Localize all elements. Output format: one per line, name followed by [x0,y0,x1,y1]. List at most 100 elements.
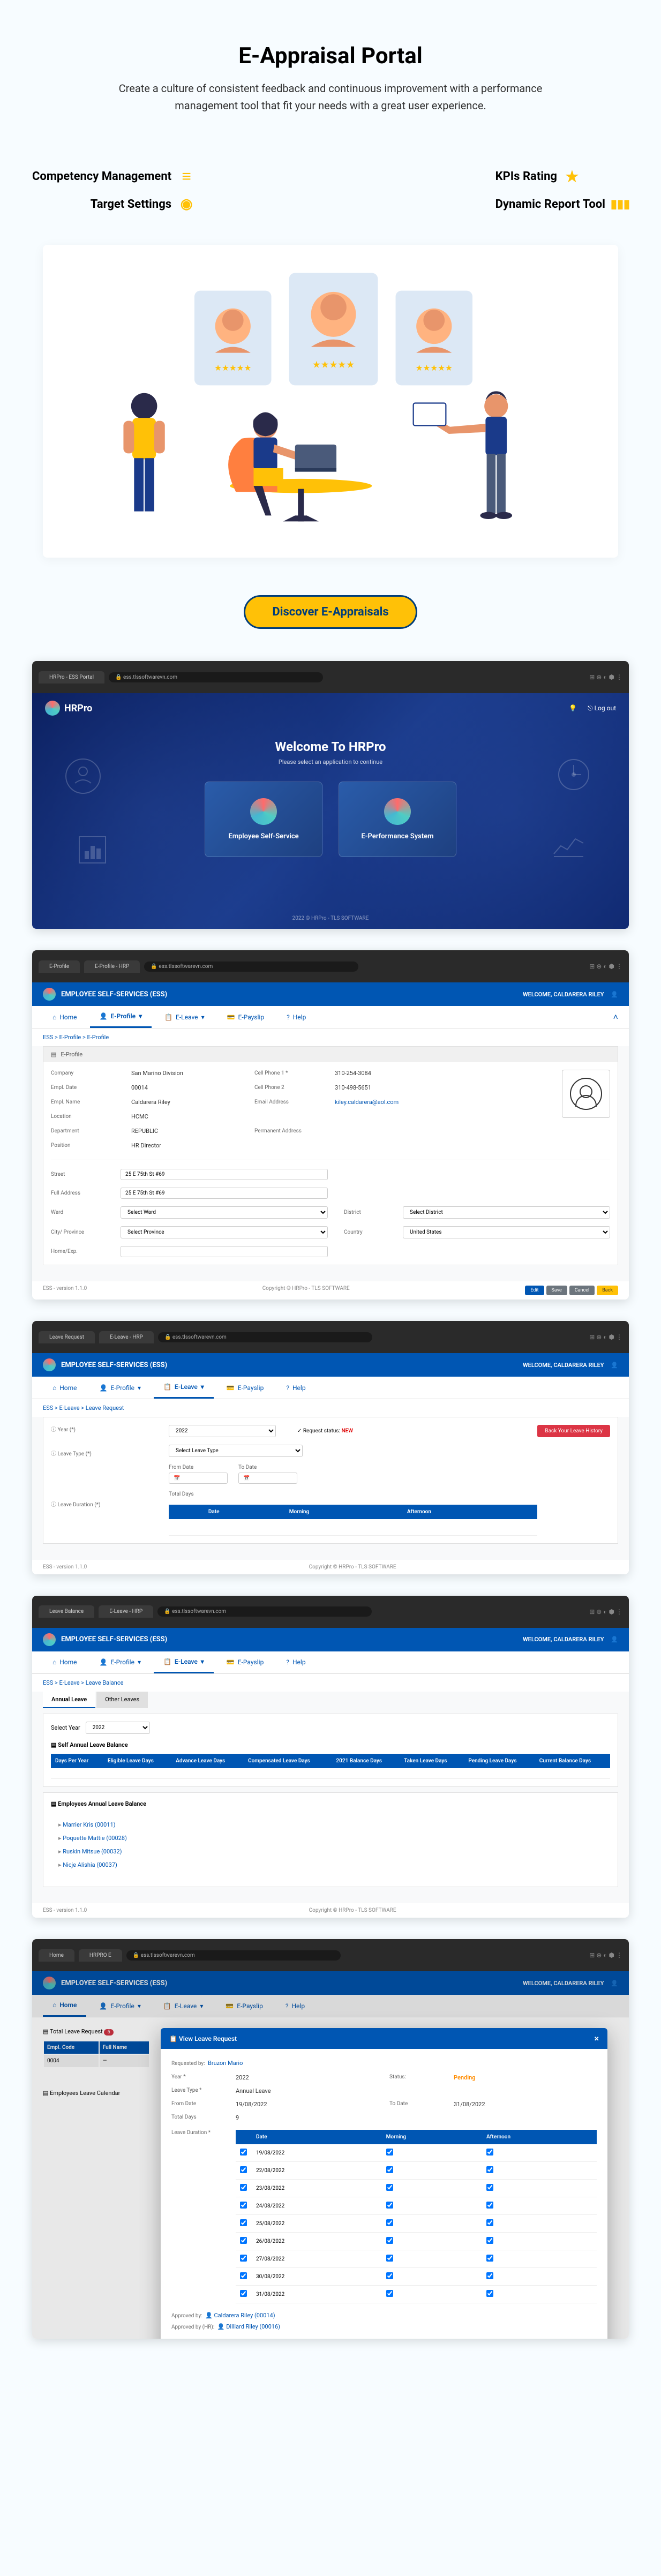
morning-checkbox[interactable] [386,2272,393,2279]
select-ward[interactable]: Select Ward [121,1206,328,1219]
browser-tab[interactable]: E-Profile [39,960,80,973]
nav-epayslip[interactable]: 💳 E-Payslip [217,1378,273,1398]
url-bar[interactable]: 🔒 ess.tlssoftwarevn.com [126,1950,341,1961]
table-row[interactable]: 0004— [44,2055,149,2067]
row-checkbox[interactable] [240,2219,247,2226]
nav-help[interactable]: ? Help [277,1007,316,1027]
afternoon-checkbox[interactable] [486,2237,493,2244]
back-button[interactable]: Back [597,1286,618,1295]
morning-checkbox[interactable] [386,2290,393,2297]
nav-eleave[interactable]: 📋 E-Leave ▾ [154,1377,214,1399]
browser-tab[interactable]: E-Leave - HRP [99,1605,153,1618]
user-icon[interactable]: 👤 [611,1636,618,1643]
morning-checkbox[interactable] [386,2184,393,2191]
collapse-icon[interactable]: ˄ [613,1012,618,1023]
row-checkbox[interactable] [240,2202,247,2209]
app-card-ess[interactable]: Employee Self-Service [205,782,322,857]
nav-home[interactable]: ⌂ Home [43,1652,87,1672]
afternoon-checkbox[interactable] [486,2219,493,2226]
back-history-button[interactable]: Back Your Leave History [537,1425,610,1437]
select-year[interactable]: 2022 [169,1425,276,1437]
input-from-date[interactable] [169,1473,228,1484]
afternoon-checkbox[interactable] [486,2166,493,2173]
list-item[interactable]: Nicje Alishia (00037) [58,1858,603,1872]
cancel-button[interactable]: Cancel [569,1286,595,1295]
url-bar[interactable]: 🔒 ess.tlssoftwarevn.com [109,672,323,682]
row-checkbox[interactable] [240,2166,247,2173]
nav-home[interactable]: ⌂ Home [43,1995,86,2017]
input-fulladdr[interactable] [121,1188,328,1199]
tab-annual-leave[interactable]: Annual Leave [43,1692,95,1708]
afternoon-checkbox[interactable] [486,2202,493,2209]
nav-eprofile[interactable]: 👤 E-Profile ▾ [90,1006,152,1028]
morning-checkbox[interactable] [386,2202,393,2209]
select-city[interactable]: Select Province [121,1226,328,1238]
select-country[interactable]: United States [403,1226,610,1238]
morning-checkbox[interactable] [386,2237,393,2244]
nav-eleave[interactable]: 📋 E-Leave ▾ [154,1651,214,1673]
browser-tab[interactable]: HRPRO E [79,1949,122,1962]
user-icon[interactable]: 👤 [611,991,618,998]
list-item[interactable]: Poquette Mattie (00028) [58,1831,603,1845]
input-homeexp[interactable] [121,1246,328,1257]
browser-tab[interactable]: E-Leave - HRP [99,1331,154,1343]
input-to-date[interactable] [238,1473,297,1484]
row-checkbox[interactable] [240,2272,247,2279]
browser-tab[interactable]: HRPro - ESS Portal [39,671,104,684]
row-checkbox[interactable] [240,2255,247,2262]
tab-other-leaves[interactable]: Other Leaves [96,1692,148,1708]
select-district[interactable]: Select District [403,1206,610,1219]
save-button[interactable]: Save [546,1286,567,1295]
nav-eprofile[interactable]: 👤 E-Profile ▾ [89,1996,150,2016]
nav-epayslip[interactable]: 💳 E-Payslip [216,1996,272,2016]
nav-help[interactable]: ? Help [276,1378,315,1398]
list-item[interactable]: Marrier Kris (00011) [58,1818,603,1831]
nav-home[interactable]: ⌂ Home [43,1378,87,1398]
url-bar[interactable]: 🔒 ess.tlssoftwarevn.com [144,962,358,972]
approver-link[interactable]: Caldarera Riley (00014) [214,2312,275,2319]
nav-help[interactable]: ? Help [276,1996,314,2016]
app-card-eperformance[interactable]: E-Performance System [339,782,456,857]
nav-eleave[interactable]: 📋 E-Leave ▾ [155,1007,214,1027]
nav-home[interactable]: ⌂ Home [43,1007,87,1027]
browser-tab[interactable]: Home [39,1949,74,1962]
col: Morning [382,2130,482,2144]
row-checkbox[interactable] [240,2290,247,2297]
row-checkbox[interactable] [240,2184,247,2191]
approver-hr-link[interactable]: Dilliard Riley (00016) [226,2323,280,2330]
afternoon-checkbox[interactable] [486,2255,493,2262]
nav-eleave[interactable]: 📋 E-Leave ▾ [154,1996,213,2016]
nav-epayslip[interactable]: 💳 E-Payslip [217,1007,274,1027]
bulb-icon[interactable]: 💡 [569,704,577,712]
afternoon-checkbox[interactable] [486,2290,493,2297]
morning-checkbox[interactable] [386,2166,393,2173]
user-icon[interactable]: 👤 [611,1980,618,1987]
afternoon-checkbox[interactable] [486,2149,493,2156]
nav-eprofile[interactable]: 👤 E-Profile ▾ [90,1652,151,1672]
row-checkbox[interactable] [240,2149,247,2156]
requester-link[interactable]: Bruzon Mario [208,2060,243,2067]
morning-checkbox[interactable] [386,2219,393,2226]
browser-tab[interactable]: E-Profile - HRP [84,960,140,973]
afternoon-checkbox[interactable] [486,2184,493,2191]
row-checkbox[interactable] [240,2237,247,2244]
select-year[interactable]: 2022 [86,1722,150,1734]
discover-button[interactable]: Discover E-Appraisals [244,595,417,629]
select-leavetype[interactable]: Select Leave Type [169,1445,303,1457]
morning-checkbox[interactable] [386,2149,393,2156]
browser-tab[interactable]: Leave Request [39,1331,95,1343]
nav-help[interactable]: ? Help [276,1652,315,1672]
edit-button[interactable]: Edit [525,1286,544,1295]
input-street[interactable] [121,1169,328,1180]
browser-tab[interactable]: Leave Balance [39,1605,94,1618]
close-icon[interactable]: × [595,2033,599,2044]
morning-checkbox[interactable] [386,2255,393,2262]
list-item[interactable]: Ruskin Mitsue (00032) [58,1845,603,1858]
user-icon[interactable]: 👤 [611,1362,618,1369]
nav-eprofile[interactable]: 👤 E-Profile ▾ [90,1378,151,1398]
nav-epayslip[interactable]: 💳 E-Payslip [217,1652,273,1672]
logout-link[interactable]: ⎋ Log out [588,704,616,712]
url-bar[interactable]: 🔒 ess.tlssoftwarevn.com [157,1606,372,1617]
afternoon-checkbox[interactable] [486,2272,493,2279]
url-bar[interactable]: 🔒 ess.tlssoftwarevn.com [158,1332,372,1342]
